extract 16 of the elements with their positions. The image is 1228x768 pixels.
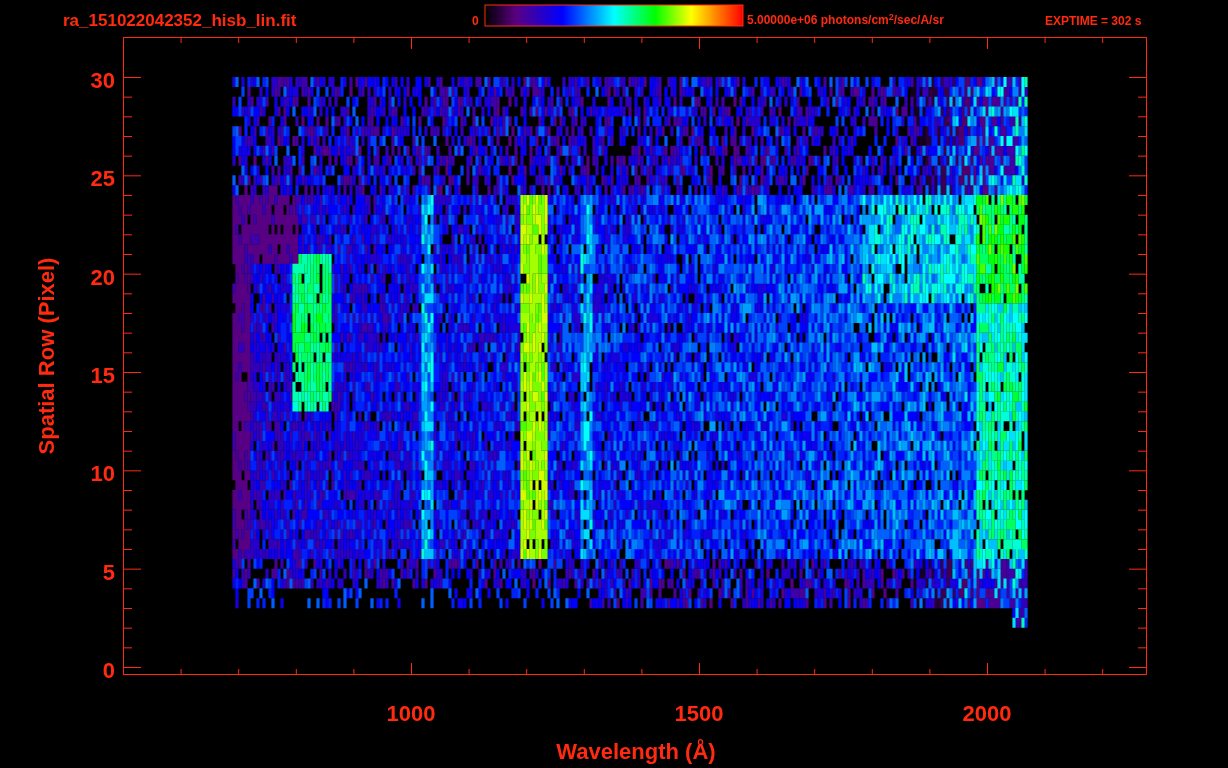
y-axis-label: Spatial Row (Pixel)	[32, 257, 60, 455]
colorbar-max-label: 5.00000e+06 photons/cm$^{2}$/sec/A/sr	[747, 11, 944, 29]
y-tick-label: 30	[89, 67, 115, 95]
x-axis-label: Wavelength (Å)	[556, 738, 716, 766]
y-tick-label: 25	[89, 165, 115, 194]
plot-title: ra_151022042352_hisb_lin.fit	[63, 10, 297, 32]
y-tick-label: 10	[89, 460, 115, 489]
x-tick-label: 1000	[386, 700, 436, 728]
exposure-time: EXPTIME = 302 s	[1045, 13, 1142, 30]
x-tick-label: 2000	[962, 700, 1012, 728]
x-tick-label: 1500	[674, 700, 724, 728]
y-tick-label: 0	[101, 657, 115, 685]
y-tick-label: 20	[89, 263, 115, 292]
colorbar-min-label: 0	[472, 13, 479, 30]
y-tick-label: 15	[89, 362, 115, 390]
y-tick-label: 5	[101, 558, 115, 587]
